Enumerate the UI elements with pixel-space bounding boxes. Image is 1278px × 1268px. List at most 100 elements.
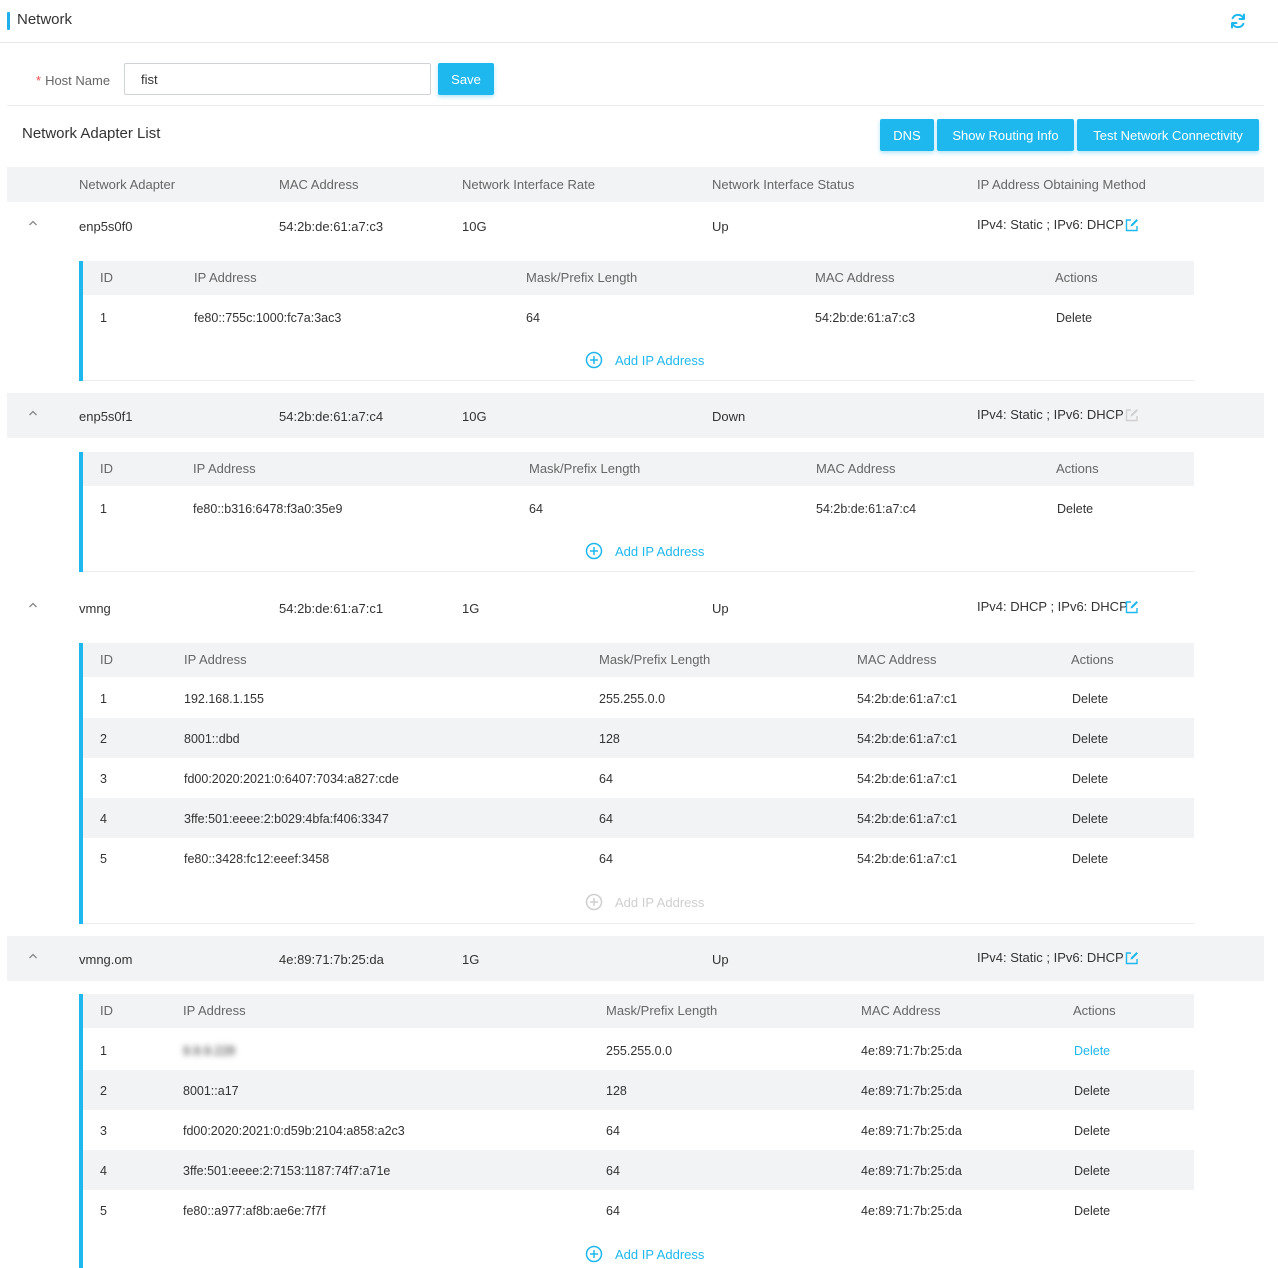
column-header: MAC Address	[857, 652, 937, 667]
column-header: Mask/Prefix Length	[529, 461, 641, 476]
chevron-up-icon[interactable]	[27, 599, 39, 611]
plus-circle-icon	[585, 542, 603, 560]
chevron-up-icon[interactable]	[27, 217, 39, 229]
table-row: 4 3ffe:501:eeee:2:b029:4bfa:f406:3347 64…	[83, 798, 1194, 838]
chevron-up-icon[interactable]	[27, 407, 39, 419]
ip-table-header: ID IP Address Mask/Prefix Length MAC Add…	[83, 994, 1194, 1028]
table-row: 4 3ffe:501:eeee:2:7153:1187:74f7:a71e 64…	[83, 1150, 1194, 1190]
ip-table-header: ID IP Address Mask/Prefix Length MAC Add…	[83, 261, 1194, 295]
edit-icon[interactable]	[1125, 218, 1139, 232]
ip-address: 3ffe:501:eeee:2:7153:1187:74f7:a71e	[183, 1164, 391, 1178]
column-header: ID	[100, 652, 113, 667]
column-header: ID	[100, 1003, 113, 1018]
add-ip-address-button[interactable]: Add IP Address	[585, 350, 704, 370]
column-header: Network Adapter	[79, 177, 176, 192]
column-header: Network Interface Rate	[462, 177, 595, 192]
ip-id: 5	[100, 852, 107, 866]
show-routing-info-button[interactable]: Show Routing Info	[937, 119, 1074, 151]
host-name-input[interactable]	[124, 63, 431, 95]
plus-circle-icon	[585, 893, 603, 911]
divider	[83, 923, 1194, 924]
divider	[7, 105, 1264, 106]
ip-address: 3ffe:501:eeee:2:b029:4bfa:f406:3347	[184, 812, 389, 826]
adapter-name: enp5s0f1	[79, 409, 133, 424]
column-header: Actions	[1056, 461, 1099, 476]
dns-button[interactable]: DNS	[880, 119, 934, 151]
plus-circle-icon	[585, 1245, 603, 1263]
delete-link[interactable]: Delete	[1074, 1204, 1110, 1218]
ip-mask: 64	[606, 1124, 620, 1138]
title-accent-bar	[7, 12, 10, 30]
adapter-rate: 10G	[462, 409, 487, 424]
delete-link[interactable]: Delete	[1074, 1124, 1110, 1138]
add-ip-address-button[interactable]: Add IP Address	[585, 1244, 704, 1264]
adapter-status: Down	[712, 409, 746, 424]
ip-table-header: ID IP Address Mask/Prefix Length MAC Add…	[83, 452, 1194, 486]
ip-id: 1	[100, 502, 107, 516]
ip-address: fd00:2020:2021:0:d59b:2104:a858:a2c3	[183, 1124, 405, 1138]
ip-obtaining-method: IPv4: Static ; IPv6: DHCP	[977, 407, 1124, 422]
ip-mask: 64	[599, 772, 613, 786]
delete-link[interactable]: Delete	[1074, 1044, 1110, 1058]
adapter-status: Up	[712, 601, 729, 616]
table-row: 2 8001::dbd 128 54:2b:de:61:a7:c1 Delete	[83, 718, 1194, 758]
ip-id: 4	[100, 812, 107, 826]
ip-mac: 54:2b:de:61:a7:c1	[857, 812, 958, 826]
delete-link[interactable]: Delete	[1072, 812, 1108, 826]
delete-link[interactable]: Delete	[1072, 772, 1108, 786]
edit-icon	[1125, 409, 1138, 422]
save-button[interactable]: Save	[438, 63, 494, 95]
delete-link[interactable]: Delete	[1074, 1084, 1110, 1098]
adapter-row[interactable]: vmng 54:2b:de:61:a7:c1 1G Up IPv4: DHCP …	[7, 585, 1264, 630]
edit-icon[interactable]	[1125, 951, 1139, 965]
table-row: 3 fd00:2020:2021:0:6407:7034:a827:cde 64…	[83, 758, 1194, 798]
delete-link[interactable]: Delete	[1056, 311, 1092, 325]
adapter-name: vmng.om	[79, 952, 133, 967]
adapter-row[interactable]: enp5s0f0 54:2b:de:61:a7:c3 10G Up IPv4: …	[7, 203, 1264, 248]
ip-mac: 4e:89:71:7b:25:da	[861, 1124, 962, 1138]
column-header: Mask/Prefix Length	[599, 652, 711, 667]
column-header: MAC Address	[815, 270, 895, 285]
ip-address: fe80::755c:1000:fc7a:3ac3	[194, 311, 342, 325]
ip-address: 8001::dbd	[184, 732, 240, 746]
table-row: 1 fe80::755c:1000:fc7a:3ac3 64 54:2b:de:…	[83, 297, 1194, 337]
ip-address: 9.9.9.228	[183, 1044, 236, 1058]
add-ip-address-button[interactable]: Add IP Address	[585, 541, 704, 561]
adapter-row[interactable]: vmng.om 4e:89:71:7b:25:da 1G Up IPv4: St…	[7, 936, 1264, 981]
ip-mask: 255.255.0.0	[606, 1044, 673, 1058]
ip-id: 2	[100, 732, 107, 746]
ip-address: fe80::3428:fc12:eeef:3458	[184, 852, 330, 866]
column-header: Mask/Prefix Length	[606, 1003, 718, 1018]
delete-link[interactable]: Delete	[1074, 1164, 1110, 1178]
table-row: 3 fd00:2020:2021:0:d59b:2104:a858:a2c3 6…	[83, 1110, 1194, 1150]
table-row: 1 9.9.9.228 255.255.0.0 4e:89:71:7b:25:d…	[83, 1030, 1194, 1070]
delete-link[interactable]: Delete	[1072, 692, 1108, 706]
adapter-status: Up	[712, 219, 729, 234]
delete-link[interactable]: Delete	[1057, 502, 1093, 516]
ip-mac: 4e:89:71:7b:25:da	[861, 1204, 962, 1218]
ip-obtaining-method: IPv4: Static ; IPv6: DHCP	[977, 950, 1124, 965]
column-header: IP Address	[183, 1003, 246, 1018]
column-header: MAC Address	[279, 177, 359, 192]
edit-icon[interactable]	[1125, 600, 1139, 614]
add-ip-address-button[interactable]: Add IP Address	[585, 892, 704, 912]
ip-mac: 54:2b:de:61:a7:c1	[857, 772, 958, 786]
adapter-mac: 54:2b:de:61:a7:c3	[279, 219, 384, 234]
adapter-mac: 54:2b:de:61:a7:c1	[279, 601, 384, 616]
column-header: IP Address Obtaining Method	[977, 177, 1146, 192]
column-header: Actions	[1055, 270, 1098, 285]
ip-mask: 255.255.0.0	[599, 692, 666, 706]
adapter-mac: 54:2b:de:61:a7:c4	[279, 409, 384, 424]
ip-id: 1	[100, 1044, 107, 1058]
ip-address-table: ID IP Address Mask/Prefix Length MAC Add…	[79, 261, 1194, 381]
adapter-row[interactable]: enp5s0f1 54:2b:de:61:a7:c4 10G Down IPv4…	[7, 393, 1264, 438]
refresh-icon[interactable]	[1228, 11, 1248, 31]
delete-link[interactable]: Delete	[1072, 732, 1108, 746]
column-header: Network Interface Status	[712, 177, 855, 192]
column-header: IP Address	[184, 652, 247, 667]
chevron-up-icon[interactable]	[27, 950, 39, 962]
ip-mac: 4e:89:71:7b:25:da	[861, 1044, 962, 1058]
test-network-connectivity-button[interactable]: Test Network Connectivity	[1077, 119, 1259, 151]
table-row: 5 fe80::a977:af8b:ae6e:7f7f 64 4e:89:71:…	[83, 1190, 1194, 1230]
delete-link[interactable]: Delete	[1072, 852, 1108, 866]
